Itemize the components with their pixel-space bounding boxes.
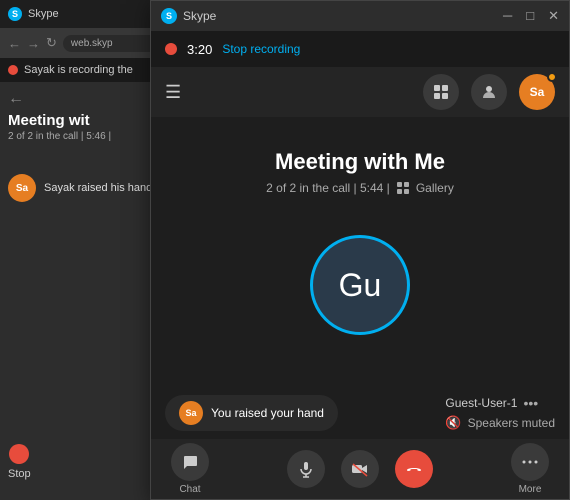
layout-button[interactable] [423, 74, 459, 110]
meeting-title: Meeting with Me [275, 149, 445, 175]
mute-icon [287, 450, 325, 488]
more-icon [511, 443, 549, 481]
guest-info: Guest-User-1 ••• 🔇 Speakers muted [445, 395, 555, 431]
speakers-muted-text: Speakers muted [468, 416, 555, 430]
chat-button[interactable]: Chat [171, 443, 209, 495]
background-window: S Skype ← → ↻ web.skyp Sayak is recordin… [0, 0, 170, 500]
main-window: S Skype ─ □ ✕ 3:20 Stop recording ☰ [150, 0, 570, 500]
bg-meeting-subtitle: 2 of 2 in the call | 5:46 | [8, 131, 162, 142]
bg-notification-area: Sa Sayak raised his hand [0, 166, 170, 210]
video-icon [341, 450, 379, 488]
speaker-muted-icon: 🔇 [445, 415, 461, 431]
bg-stop-area: Stop [8, 444, 31, 480]
end-call-svg-icon [404, 459, 424, 479]
more-svg-icon [521, 453, 539, 471]
titlebar-title: Skype [183, 9, 216, 23]
bg-avatar: Sa [8, 174, 36, 202]
guest-more-button[interactable]: ••• [523, 395, 538, 411]
bg-back-arrow[interactable]: ← [8, 90, 162, 108]
guest-name: Guest-User-1 [445, 396, 517, 410]
participant-initials: Gu [339, 267, 382, 304]
recording-header: 3:20 Stop recording [151, 31, 569, 67]
minimize-button[interactable]: ─ [503, 8, 512, 24]
bg-addressbar: ← → ↻ web.skyp [0, 28, 170, 58]
stop-recording-button[interactable]: Stop recording [222, 42, 300, 56]
bg-refresh-btn[interactable]: ↻ [46, 35, 57, 51]
call-toolbar: ☰ Sa [151, 67, 569, 117]
titlebar-controls: ─ □ ✕ [503, 8, 559, 24]
chat-icon [171, 443, 209, 481]
bg-notification-text: Sayak raised his hand [44, 182, 152, 194]
muted-row: 🔇 Speakers muted [445, 415, 555, 431]
bg-meeting-title: Meeting wit [8, 112, 162, 129]
mute-button[interactable] [287, 450, 325, 488]
bg-back-btn[interactable]: ← [8, 36, 21, 51]
bg-recording-dot [8, 65, 18, 75]
bg-recording-text: Sayak is recording the [24, 64, 133, 76]
notification-row: Sa You raised your hand Guest-User-1 •••… [151, 387, 569, 439]
toolbar-right: Sa [423, 74, 555, 110]
user-avatar-button[interactable]: Sa [519, 74, 555, 110]
video-button[interactable] [341, 450, 379, 488]
bg-meeting-title-area: ← Meeting wit 2 of 2 in the call | 5:46 … [0, 82, 170, 146]
bg-skype-icon: S [8, 7, 22, 21]
bg-recording-bar: Sayak is recording the [0, 58, 170, 82]
titlebar-left: S Skype [161, 8, 216, 24]
gallery-icon [396, 181, 410, 195]
meeting-meta-text: 2 of 2 in the call | 5:44 | [266, 181, 390, 195]
video-svg-icon [351, 460, 369, 478]
layout-icon [433, 84, 449, 100]
end-call-button[interactable] [395, 450, 433, 488]
bg-stop-circle[interactable] [9, 444, 29, 464]
more-button[interactable]: More [511, 443, 549, 495]
recording-time: 3:20 [187, 42, 212, 57]
chat-svg-icon [181, 453, 199, 471]
bg-titlebar: S Skype [0, 0, 170, 28]
sayak-avatar: Sa [179, 401, 203, 425]
hand-raised-text: You raised your hand [211, 406, 324, 420]
hand-notification: Sa You raised your hand [165, 395, 338, 431]
close-button[interactable]: ✕ [548, 8, 559, 24]
call-area: Meeting with Me 2 of 2 in the call | 5:4… [151, 117, 569, 387]
maximize-button[interactable]: □ [526, 8, 534, 24]
meeting-meta: 2 of 2 in the call | 5:44 | Gallery [266, 181, 454, 195]
bg-stop-label[interactable]: Stop [8, 468, 31, 480]
hamburger-button[interactable]: ☰ [165, 83, 181, 101]
recording-dot [165, 43, 177, 55]
main-titlebar: S Skype ─ □ ✕ [151, 1, 569, 31]
bg-forward-btn[interactable]: → [27, 36, 40, 51]
end-call-icon [395, 450, 433, 488]
more-label: More [519, 484, 542, 495]
gallery-label: Gallery [416, 181, 454, 195]
participants-button[interactable] [471, 74, 507, 110]
bg-url-bar: web.skyp [63, 35, 162, 52]
guest-row: Guest-User-1 ••• [445, 395, 538, 411]
participant-avatar: Gu [310, 235, 410, 335]
avatar-badge [547, 72, 557, 82]
controls-center [287, 450, 433, 488]
chat-label: Chat [179, 484, 200, 495]
call-controls: Chat [151, 439, 569, 499]
bg-title-text: Skype [28, 8, 59, 20]
mic-svg-icon [297, 460, 315, 478]
people-icon [481, 84, 497, 100]
avatar-initials: Sa [530, 85, 545, 99]
skype-icon: S [161, 8, 177, 24]
